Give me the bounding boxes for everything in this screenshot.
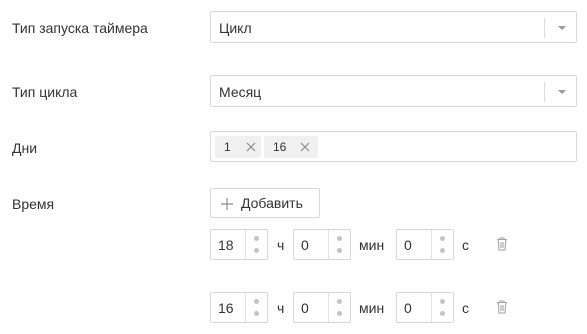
stepper-buttons[interactable] xyxy=(245,293,267,322)
stepper-up-icon[interactable] xyxy=(337,299,342,304)
close-icon[interactable] xyxy=(300,142,310,152)
stepper-buttons[interactable] xyxy=(328,230,350,259)
day-tag-label: 1 xyxy=(224,140,231,154)
minutes-value: 0 xyxy=(301,300,309,316)
minutes-unit: мин xyxy=(359,237,385,253)
hours-stepper[interactable]: 16 xyxy=(210,292,268,323)
stepper-down-icon[interactable] xyxy=(337,248,342,253)
minutes-value: 0 xyxy=(301,237,309,253)
cycle-type-label: Тип цикла xyxy=(12,84,78,100)
stepper-buttons[interactable] xyxy=(431,293,453,322)
stepper-buttons[interactable] xyxy=(328,293,350,322)
seconds-value: 0 xyxy=(404,300,412,316)
hours-unit: ч xyxy=(277,237,285,253)
hours-unit: ч xyxy=(277,300,285,316)
select-divider xyxy=(544,18,545,38)
days-tag-input[interactable]: 1 16 xyxy=(210,131,577,162)
timer-start-type-select[interactable]: Цикл xyxy=(210,11,577,43)
seconds-unit: с xyxy=(462,237,469,253)
plus-icon xyxy=(221,198,233,210)
time-label: Время xyxy=(12,196,55,212)
stepper-down-icon[interactable] xyxy=(440,248,445,253)
seconds-unit: с xyxy=(462,300,469,316)
stepper-down-icon[interactable] xyxy=(254,248,259,253)
seconds-value: 0 xyxy=(404,237,412,253)
stepper-up-icon[interactable] xyxy=(440,236,445,241)
stepper-down-icon[interactable] xyxy=(440,311,445,316)
minutes-stepper[interactable]: 0 xyxy=(293,292,351,323)
day-tag: 1 xyxy=(215,136,261,158)
cycle-type-value: Месяц xyxy=(219,84,262,100)
stepper-up-icon[interactable] xyxy=(254,299,259,304)
seconds-stepper[interactable]: 0 xyxy=(396,229,454,260)
stepper-down-icon[interactable] xyxy=(337,311,342,316)
days-label: Дни xyxy=(12,140,38,156)
hours-value: 18 xyxy=(218,237,234,253)
cycle-type-select[interactable]: Месяц xyxy=(210,75,577,107)
hours-stepper[interactable]: 18 xyxy=(210,229,268,260)
stepper-up-icon[interactable] xyxy=(254,236,259,241)
timer-start-type-label: Тип запуска таймера xyxy=(12,20,148,36)
seconds-stepper[interactable]: 0 xyxy=(396,292,454,323)
day-tag: 16 xyxy=(264,136,318,158)
chevron-down-icon[interactable] xyxy=(558,26,566,30)
trash-icon[interactable] xyxy=(496,237,508,251)
close-icon[interactable] xyxy=(246,142,256,152)
timer-start-type-value: Цикл xyxy=(219,20,252,36)
minutes-unit: мин xyxy=(359,300,385,316)
stepper-buttons[interactable] xyxy=(431,230,453,259)
stepper-up-icon[interactable] xyxy=(440,299,445,304)
add-time-button[interactable]: Добавить xyxy=(210,188,320,218)
minutes-stepper[interactable]: 0 xyxy=(293,229,351,260)
add-time-button-label: Добавить xyxy=(241,195,303,211)
chevron-down-icon[interactable] xyxy=(558,90,566,94)
stepper-buttons[interactable] xyxy=(245,230,267,259)
stepper-up-icon[interactable] xyxy=(337,236,342,241)
stepper-down-icon[interactable] xyxy=(254,311,259,316)
select-divider xyxy=(544,82,545,102)
trash-icon[interactable] xyxy=(496,300,508,314)
hours-value: 16 xyxy=(218,300,234,316)
day-tag-label: 16 xyxy=(273,140,287,154)
